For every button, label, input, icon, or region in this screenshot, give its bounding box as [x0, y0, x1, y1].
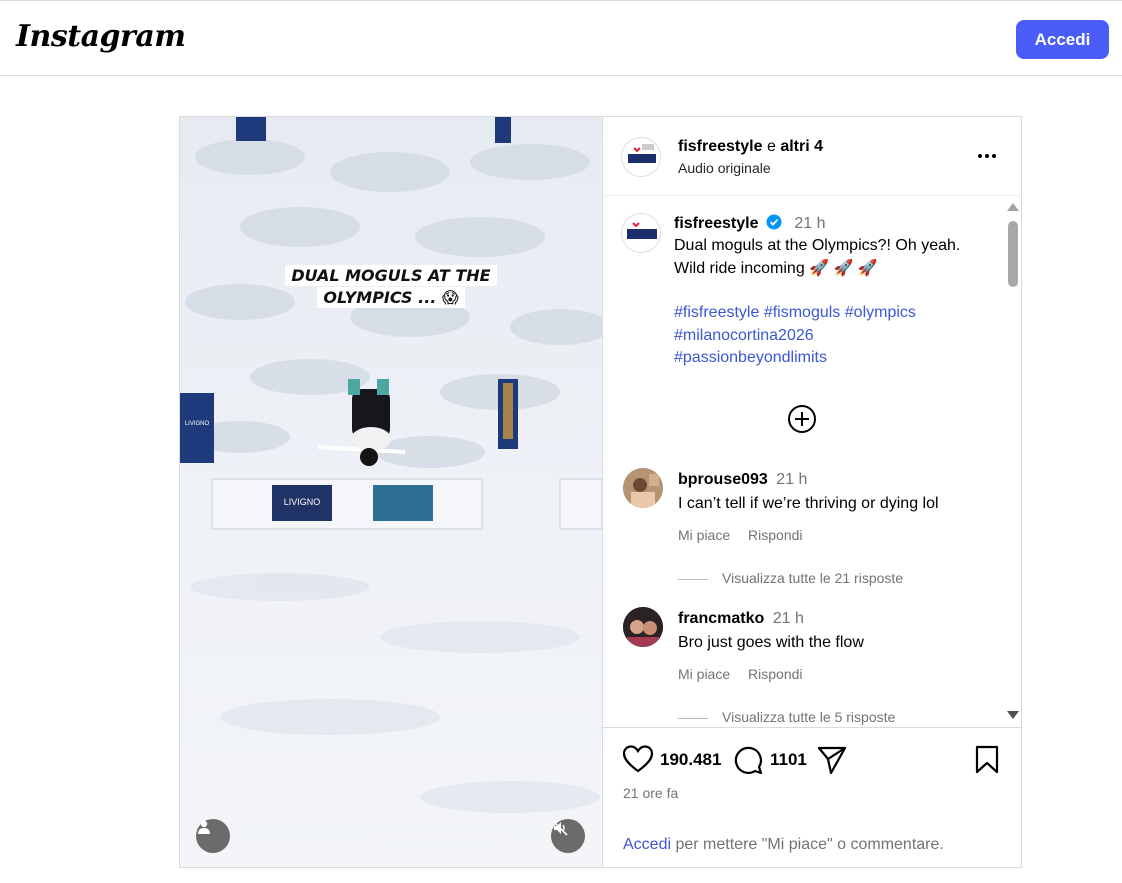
other-authors[interactable]: altri 4	[780, 138, 823, 155]
overlay-caption-line1: DUAL MOGULS AT THE	[285, 265, 497, 286]
heart-icon	[622, 745, 654, 773]
view-replies-button[interactable]: Visualizza tutte le 21 risposte	[678, 570, 903, 586]
hashtag-link[interactable]: #olympics	[845, 304, 916, 321]
likes-count[interactable]: 190.481	[660, 750, 721, 770]
scroll-up-arrow-icon[interactable]	[1007, 203, 1019, 211]
comment-header: bprouse093 21 h	[678, 471, 807, 489]
scrollbar-thumb[interactable]	[1008, 221, 1018, 287]
load-more-comments-button[interactable]	[787, 404, 817, 439]
avatar-photo	[623, 607, 663, 647]
video-frame	[180, 117, 602, 867]
caption-username[interactable]: fisfreestyle	[674, 215, 759, 232]
send-icon	[817, 746, 847, 775]
login-prompt-text: per mettere "Mi piace" o commentare.	[675, 836, 944, 853]
comment-text: Bro just goes with the flow	[678, 634, 864, 651]
post-sidebar: fisfreestyle e altri 4 Audio originale f…	[602, 117, 1022, 867]
comment-username[interactable]: francmatko	[678, 610, 764, 627]
instagram-logo[interactable]: Instagram	[16, 19, 186, 54]
video-player[interactable]: DUAL MOGULS AT THE OLYMPICS ... 😱 LIVIGN…	[180, 117, 602, 867]
post-actions: 190.481 1101 21 ore fa Accedi per metter…	[603, 727, 1022, 865]
fis-freestyle-logo-icon	[623, 215, 660, 252]
caption-time[interactable]: 21 h	[794, 215, 825, 232]
login-prompt: Accedi per mettere "Mi piace" o commenta…	[623, 836, 944, 854]
caption-text: Dual moguls at the Olympics?! Oh yeah. W…	[674, 235, 960, 370]
more-icon	[978, 154, 996, 158]
comment-header: francmatko 21 h	[678, 610, 804, 628]
like-comment-button[interactable]: Mi piace	[678, 527, 730, 543]
hashtag-link[interactable]: #fismoguls	[764, 304, 840, 321]
post-header: fisfreestyle e altri 4 Audio originale	[603, 117, 1022, 196]
comment-time[interactable]: 21 h	[773, 610, 804, 627]
overlay-caption-line2: OLYMPICS ... 😱	[317, 287, 465, 308]
reply-button[interactable]: Rispondi	[748, 666, 802, 682]
avatar[interactable]	[623, 607, 663, 647]
video-overlay-caption: DUAL MOGULS AT THE OLYMPICS ... 😱	[280, 265, 502, 309]
side-banner-text: LIVIGNO	[184, 421, 210, 427]
author-username[interactable]: fisfreestyle	[678, 138, 763, 155]
like-comment-button[interactable]: Mi piace	[678, 666, 730, 682]
author-connector: e	[766, 138, 776, 155]
user-icon	[198, 820, 210, 834]
comment-time[interactable]: 21 h	[776, 471, 807, 488]
post-author-line: fisfreestyle e altri 4	[678, 138, 823, 156]
comment-actions: Mi piace Rispondi	[678, 666, 817, 682]
login-link[interactable]: Accedi	[623, 836, 671, 853]
author-avatar[interactable]	[621, 137, 661, 177]
comment-button[interactable]	[733, 745, 763, 780]
bookmark-icon	[975, 745, 999, 774]
avatar-photo	[623, 468, 663, 508]
like-button[interactable]	[622, 745, 654, 778]
post-time[interactable]: 21 ore fa	[623, 785, 678, 801]
login-button[interactable]: Accedi	[1016, 20, 1109, 59]
hashtag-link[interactable]: #milanocortina2026	[674, 325, 960, 348]
divider-line	[678, 578, 708, 580]
divider-line	[678, 717, 708, 719]
caption-avatar[interactable]	[621, 213, 661, 253]
scroll-down-arrow-icon[interactable]	[1007, 711, 1019, 719]
post-container: DUAL MOGULS AT THE OLYMPICS ... 😱 LIVIGN…	[179, 116, 1022, 868]
verified-badge-icon	[766, 214, 782, 230]
caption-line1: Dual moguls at the Olympics?! Oh yeah.	[674, 237, 961, 254]
avatar[interactable]	[623, 468, 663, 508]
hashtags-line1: #fisfreestyle #fismoguls #olympics	[674, 302, 960, 325]
comment-actions: Mi piace Rispondi	[678, 527, 817, 543]
comment-bubble-icon	[734, 746, 763, 775]
comments-count[interactable]: 1101	[770, 750, 807, 770]
plus-circle-icon	[788, 405, 816, 433]
hashtag-link[interactable]: #passionbeyondlimits	[674, 347, 960, 370]
caption-line2: Wild ride incoming 🚀 🚀 🚀	[674, 259, 878, 277]
user-tags-button[interactable]	[196, 819, 230, 853]
fis-freestyle-logo-icon	[623, 139, 660, 176]
view-replies-label: Visualizza tutte le 5 risposte	[722, 709, 896, 725]
reply-button[interactable]: Rispondi	[748, 527, 802, 543]
comment-text: I can’t tell if we’re thriving or dying …	[678, 495, 939, 512]
top-bar: Instagram Accedi	[0, 0, 1122, 76]
hashtag-link[interactable]: #fisfreestyle	[674, 304, 759, 321]
comments-section[interactable]: fisfreestyle 21 h Dual moguls at the Oly…	[603, 197, 1022, 727]
more-options-button[interactable]	[975, 143, 999, 167]
caption-header: fisfreestyle 21 h	[674, 214, 826, 233]
mute-button[interactable]	[551, 819, 585, 853]
audio-link[interactable]: Audio originale	[678, 160, 771, 176]
view-replies-button[interactable]: Visualizza tutte le 5 risposte	[678, 709, 895, 725]
save-button[interactable]	[974, 745, 1000, 780]
banner-text: LIVIGNO	[283, 497, 321, 507]
view-replies-label: Visualizza tutte le 21 risposte	[722, 570, 904, 586]
share-button[interactable]	[817, 745, 847, 780]
muted-speaker-icon	[552, 820, 568, 836]
comment-username[interactable]: bprouse093	[678, 471, 768, 488]
